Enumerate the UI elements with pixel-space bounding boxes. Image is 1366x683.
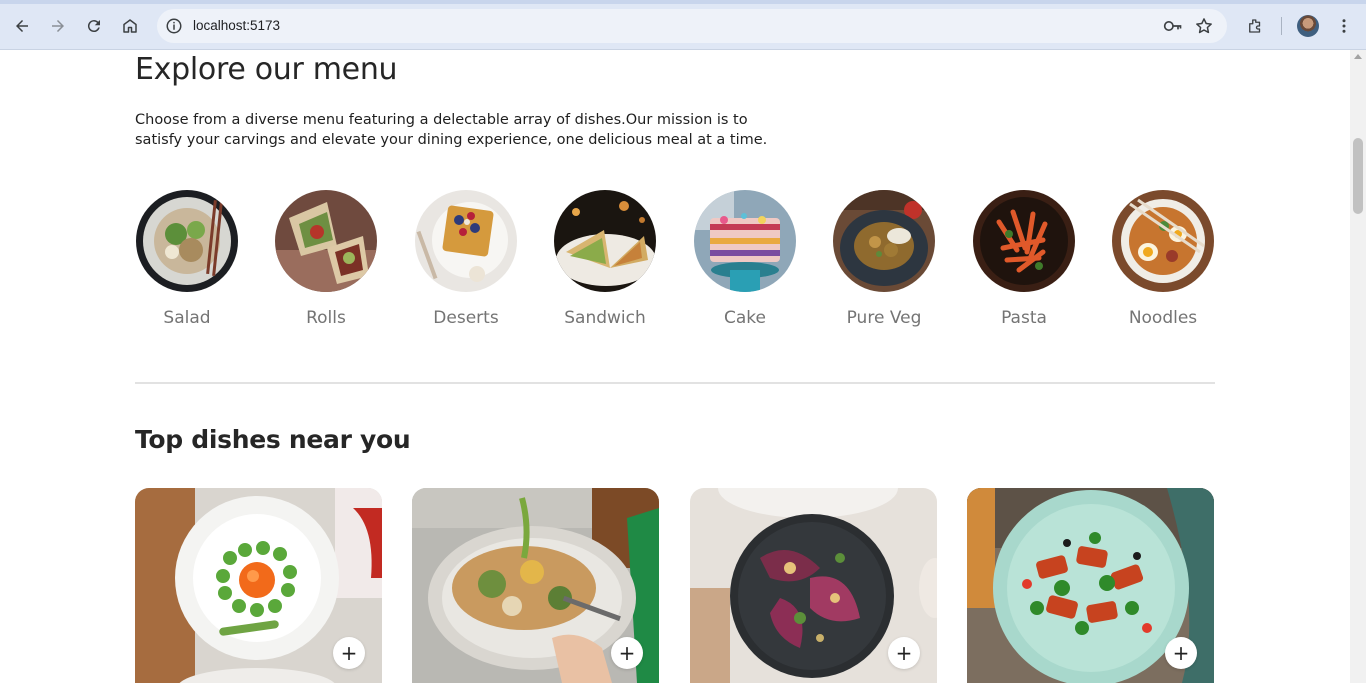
page-scrollbar[interactable]: [1350, 50, 1366, 683]
menu-item-label: Pure Veg: [846, 308, 922, 328]
explore-menu-title: Explore our menu: [135, 52, 398, 87]
salad-image[interactable]: [136, 190, 238, 292]
add-to-cart-button[interactable]: +: [888, 637, 920, 669]
url-text[interactable]: localhost:5173: [193, 18, 280, 33]
site-info-icon[interactable]: [165, 17, 183, 35]
add-to-cart-button[interactable]: +: [333, 637, 365, 669]
menu-item-label: Salad: [163, 308, 211, 328]
tab-strip: [0, 0, 1366, 4]
back-icon[interactable]: [8, 12, 36, 40]
menu-item-label: Deserts: [433, 308, 499, 328]
dish-card[interactable]: +: [690, 488, 937, 683]
toolbar-separator: [1281, 17, 1282, 35]
menu-item-cake[interactable]: Cake: [693, 190, 797, 328]
menu-item-label: Sandwich: [564, 308, 646, 328]
deserts-image[interactable]: [415, 190, 517, 292]
menu-item-deserts[interactable]: Deserts: [414, 190, 518, 328]
browser-toolbar: localhost:5173: [0, 0, 1366, 50]
dish-card[interactable]: +: [412, 488, 659, 683]
menu-category-list: Salad Rolls Deserts Sandwich Cake Pure V…: [135, 190, 1215, 335]
password-key-icon[interactable]: [1163, 17, 1183, 35]
section-divider: [135, 382, 1215, 384]
menu-item-noodles[interactable]: Noodles: [1111, 190, 1215, 328]
dish-card[interactable]: +: [967, 488, 1214, 683]
pure-veg-image[interactable]: [833, 190, 935, 292]
forward-icon[interactable]: [44, 12, 72, 40]
menu-item-pure-veg[interactable]: Pure Veg: [832, 190, 936, 328]
scrollbar-thumb[interactable]: [1353, 138, 1363, 214]
cake-image[interactable]: [694, 190, 796, 292]
noodles-image[interactable]: [1112, 190, 1214, 292]
menu-item-label: Cake: [724, 308, 766, 328]
menu-item-label: Rolls: [306, 308, 346, 328]
page-content: Explore our menu Choose from a diverse m…: [0, 50, 1350, 683]
scroll-up-arrow-icon[interactable]: [1354, 54, 1362, 59]
top-dishes-title: Top dishes near you: [135, 425, 411, 454]
home-icon[interactable]: [116, 12, 144, 40]
menu-item-label: Pasta: [1001, 308, 1047, 328]
menu-item-pasta[interactable]: Pasta: [972, 190, 1076, 328]
pasta-image[interactable]: [973, 190, 1075, 292]
add-to-cart-button[interactable]: +: [611, 637, 643, 669]
menu-item-sandwich[interactable]: Sandwich: [553, 190, 657, 328]
bookmark-star-icon[interactable]: [1194, 16, 1214, 36]
reload-icon[interactable]: [80, 12, 108, 40]
explore-menu-description: Choose from a diverse menu featuring a d…: [135, 112, 768, 148]
menu-item-salad[interactable]: Salad: [135, 190, 239, 328]
add-to-cart-button[interactable]: +: [1165, 637, 1197, 669]
address-bar[interactable]: localhost:5173: [157, 9, 1227, 43]
more-menu-icon[interactable]: [1330, 12, 1358, 40]
profile-avatar[interactable]: [1297, 15, 1319, 37]
menu-item-rolls[interactable]: Rolls: [274, 190, 378, 328]
sandwich-image[interactable]: [554, 190, 656, 292]
rolls-image[interactable]: [275, 190, 377, 292]
extensions-icon[interactable]: [1241, 12, 1269, 40]
dish-card[interactable]: +: [135, 488, 382, 683]
menu-item-label: Noodles: [1128, 308, 1198, 328]
